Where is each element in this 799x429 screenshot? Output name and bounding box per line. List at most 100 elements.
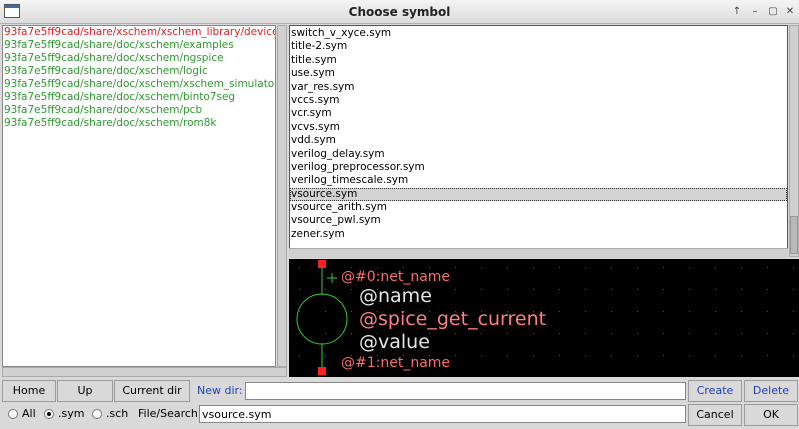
grid-dot <box>637 355 638 356</box>
filter-all-radio[interactable] <box>8 409 18 419</box>
title-bar: Choose symbol ↑ – ▢ ✕ <box>0 0 799 24</box>
directory-item[interactable]: 93fa7e5ff9cad/share/xschem/xschem_librar… <box>3 26 275 39</box>
symbol-name-label: @name <box>359 285 432 307</box>
grid-dot <box>507 267 508 268</box>
symbol-vscrollbar-thumb[interactable] <box>790 216 798 254</box>
filter-all-label: All <box>22 407 36 420</box>
grid-dot <box>663 267 664 268</box>
directory-vscrollbar[interactable] <box>277 25 287 367</box>
current-dir-button[interactable]: Current dir <box>114 380 190 402</box>
grid-dot <box>611 289 612 290</box>
grid-dot <box>455 355 456 356</box>
filter-sch-label: .sch <box>106 407 129 420</box>
symbol-item[interactable]: zener.sym <box>290 228 787 241</box>
close-icon[interactable]: ✕ <box>783 5 797 19</box>
symbol-list[interactable]: switch_v_xyce.sym title-2.sym title.sym use… <box>289 25 788 257</box>
grid-dot <box>663 355 664 356</box>
grid-dot <box>325 289 326 290</box>
file-search-input[interactable] <box>199 405 686 423</box>
new-dir-input[interactable] <box>245 382 686 400</box>
symbol-item[interactable]: var_res.sym <box>290 81 787 94</box>
pin-box-top <box>318 260 326 268</box>
grid-dot <box>637 289 638 290</box>
symbol-item[interactable]: vsource_arith.sym <box>290 201 787 214</box>
grid-dot <box>351 311 352 312</box>
directory-hscrollbar[interactable] <box>2 367 287 377</box>
grid-dot <box>715 289 716 290</box>
maximize-icon[interactable]: ▢ <box>766 5 780 19</box>
symbol-item[interactable]: vccs.sym <box>290 94 787 107</box>
symbol-item[interactable]: title-2.sym <box>290 40 787 53</box>
grid-dot <box>481 333 482 334</box>
grid-dot <box>429 267 430 268</box>
grid-dot <box>533 333 534 334</box>
delete-button[interactable]: Delete <box>744 380 798 402</box>
symbol-item[interactable]: title.sym <box>290 54 787 67</box>
grid-dot <box>455 289 456 290</box>
grid-dot <box>403 267 404 268</box>
grid-dot <box>793 333 794 334</box>
preview-canvas: @#0:net_name @name @spice_get_current @v… <box>296 260 794 375</box>
grid-dot <box>351 289 352 290</box>
grid-dot <box>585 311 586 312</box>
grid-dot <box>611 311 612 312</box>
create-button[interactable]: Create <box>688 380 742 402</box>
symbol-item[interactable]: use.sym <box>290 67 787 80</box>
directory-item[interactable]: 93fa7e5ff9cad/share/doc/xschem/rom8k <box>3 117 275 130</box>
grid-dot <box>585 355 586 356</box>
grid-dot <box>533 267 534 268</box>
home-button[interactable]: Home <box>2 380 56 402</box>
directory-item[interactable]: 93fa7e5ff9cad/share/doc/xschem/xschem_si… <box>3 78 275 91</box>
minimize-icon[interactable]: – <box>748 5 762 19</box>
grid-dot <box>793 289 794 290</box>
shade-icon[interactable]: ↑ <box>730 5 744 19</box>
grid-dot <box>741 333 742 334</box>
cancel-button[interactable]: Cancel <box>688 404 742 426</box>
grid-dot <box>299 267 300 268</box>
grid-dot <box>689 289 690 290</box>
grid-dot <box>299 311 300 312</box>
grid-dot <box>715 355 716 356</box>
grid-dot <box>585 333 586 334</box>
grid-dot <box>793 355 794 356</box>
grid-dot <box>767 267 768 268</box>
grid-dot <box>663 333 664 334</box>
grid-dot <box>299 333 300 334</box>
grid-dot <box>533 355 534 356</box>
grid-dot <box>559 333 560 334</box>
directory-list[interactable]: 93fa7e5ff9cad/share/xschem/xschem_librar… <box>2 25 276 367</box>
directory-item[interactable]: 93fa7e5ff9cad/share/doc/xschem/binto7seg <box>3 91 275 104</box>
up-button[interactable]: Up <box>57 380 113 402</box>
value-label: @value <box>359 331 430 353</box>
grid-dot <box>455 267 456 268</box>
symbol-item[interactable]: verilog_preprocessor.sym <box>290 161 787 174</box>
pin-box-bottom <box>318 367 326 375</box>
symbol-item[interactable]: vcvs.sym <box>290 121 787 134</box>
symbol-item[interactable]: vdd.sym <box>290 134 787 147</box>
grid-dot <box>741 311 742 312</box>
grid-dot <box>481 355 482 356</box>
symbol-hscrollbar[interactable] <box>289 248 788 258</box>
grid-dot <box>351 267 352 268</box>
grid-dot <box>793 267 794 268</box>
directory-item[interactable]: 93fa7e5ff9cad/share/doc/xschem/examples <box>3 39 275 52</box>
directory-item[interactable]: 93fa7e5ff9cad/share/doc/xschem/ngspice <box>3 52 275 65</box>
grid-dot <box>637 311 638 312</box>
directory-item[interactable]: 93fa7e5ff9cad/share/doc/xschem/pcb <box>3 104 275 117</box>
grid-dot <box>715 333 716 334</box>
symbol-item[interactable]: vsource.sym <box>290 187 787 202</box>
symbol-item[interactable]: switch_v_xyce.sym <box>290 27 787 40</box>
grid-dot <box>715 267 716 268</box>
filter-sch-radio[interactable] <box>92 409 102 419</box>
grid-dot <box>689 333 690 334</box>
grid-dot <box>741 355 742 356</box>
symbol-item[interactable]: vcr.sym <box>290 107 787 120</box>
grid-dot <box>793 311 794 312</box>
directory-item[interactable]: 93fa7e5ff9cad/share/doc/xschem/logic <box>3 65 275 78</box>
symbol-item[interactable]: vsource_pwl.sym <box>290 214 787 227</box>
symbol-item[interactable]: verilog_timescale.sym <box>290 174 787 187</box>
ok-button[interactable]: OK <box>744 404 798 426</box>
symbol-vscrollbar[interactable] <box>789 25 799 257</box>
filter-sym-radio[interactable] <box>44 409 54 419</box>
symbol-item[interactable]: verilog_delay.sym <box>290 148 787 161</box>
